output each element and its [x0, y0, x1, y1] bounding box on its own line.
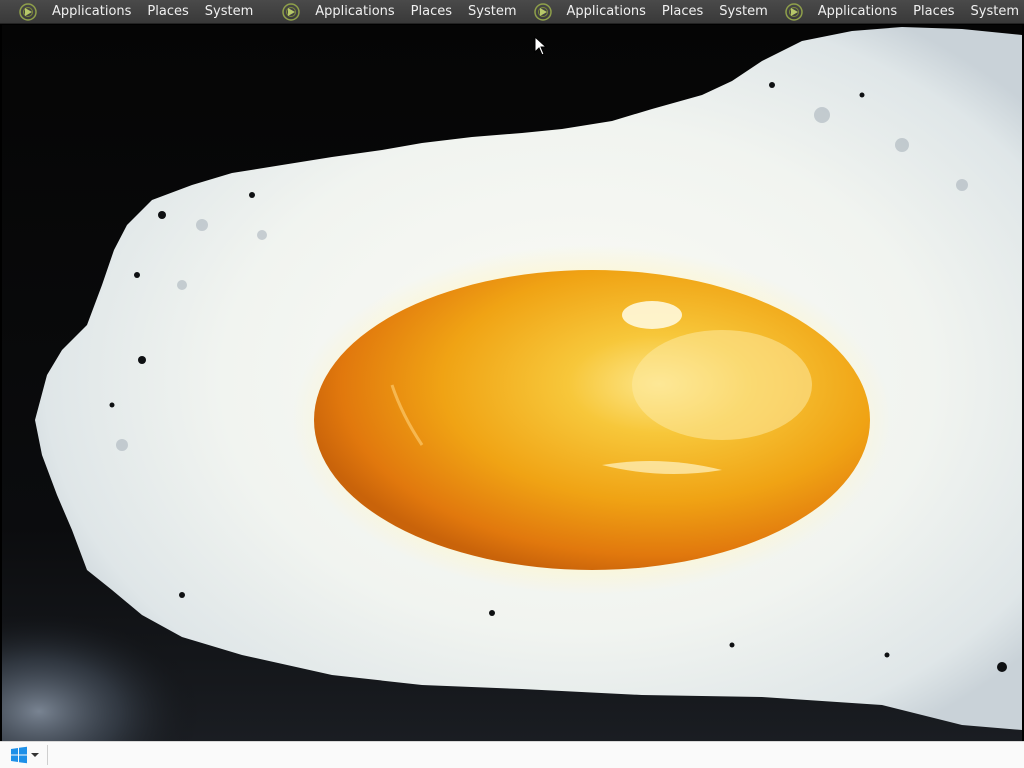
places-menu[interactable]: Places	[654, 0, 711, 24]
places-menu[interactable]: Places	[139, 0, 196, 24]
applications-menu[interactable]: Applications	[559, 0, 654, 24]
fried-egg-wallpaper	[2, 25, 1022, 741]
applications-menu[interactable]: Applications	[307, 0, 402, 24]
system-menu[interactable]: System	[197, 0, 261, 24]
menu-group-1: Applications Places System	[18, 0, 261, 24]
applications-menu[interactable]: Applications	[810, 0, 905, 24]
system-menu[interactable]: System	[963, 0, 1024, 24]
screen: Applications Places System Applications …	[0, 0, 1024, 768]
bottom-panel	[0, 741, 1024, 768]
taskbar-separator	[47, 745, 48, 765]
menu-group-4: Applications Places System	[784, 0, 1024, 24]
menu-group-2: Applications Places System	[281, 0, 524, 24]
menu-group-3: Applications Places System	[533, 0, 776, 24]
desktop[interactable]	[2, 25, 1022, 741]
apps-icon[interactable]	[533, 2, 553, 22]
start-menu-button[interactable]	[0, 742, 43, 768]
places-menu[interactable]: Places	[905, 0, 962, 24]
apps-icon[interactable]	[784, 2, 804, 22]
apps-icon[interactable]	[18, 2, 38, 22]
places-menu[interactable]: Places	[403, 0, 460, 24]
dropdown-arrow-icon	[31, 753, 39, 757]
system-menu[interactable]: System	[460, 0, 524, 24]
top-panel: Applications Places System Applications …	[0, 0, 1024, 24]
apps-icon[interactable]	[281, 2, 301, 22]
mouse-pointer-icon	[534, 36, 548, 56]
windows-logo-icon	[11, 746, 27, 764]
applications-menu[interactable]: Applications	[44, 0, 139, 24]
system-menu[interactable]: System	[711, 0, 775, 24]
